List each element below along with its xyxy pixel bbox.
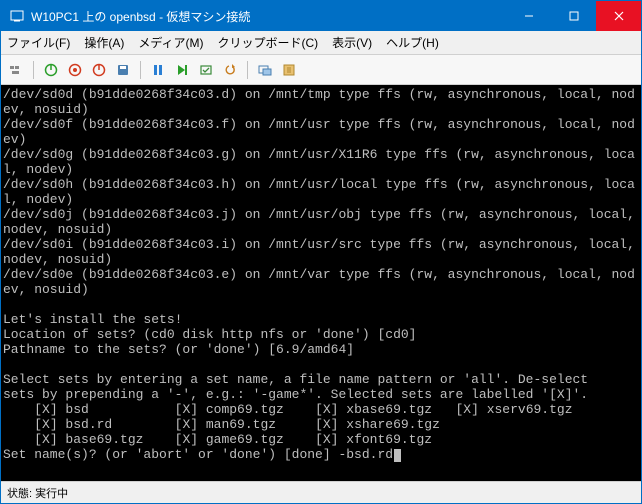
turnoff-button[interactable] [64, 59, 86, 81]
minimize-button[interactable] [506, 1, 551, 31]
menu-clipboard[interactable]: クリップボード(C) [217, 34, 318, 51]
save-button[interactable] [112, 59, 134, 81]
menu-help[interactable]: ヘルプ(H) [386, 34, 439, 51]
checkpoint-button[interactable] [195, 59, 217, 81]
toolbar-separator [140, 61, 141, 79]
terminal-output[interactable]: /dev/sd0d (b91dde0268f34c03.d) on /mnt/t… [1, 85, 641, 481]
terminal-text: /dev/sd0d (b91dde0268f34c03.d) on /mnt/t… [3, 87, 641, 462]
pause-button[interactable] [147, 59, 169, 81]
app-icon [9, 8, 25, 24]
reset-button[interactable] [171, 59, 193, 81]
close-button[interactable] [596, 1, 641, 31]
ctrl-alt-del-button[interactable] [5, 59, 27, 81]
status-value: 実行中 [35, 485, 68, 501]
toolbar-separator [33, 61, 34, 79]
shutdown-button[interactable] [88, 59, 110, 81]
menu-media[interactable]: メディア(M) [138, 34, 203, 51]
window-title: W10PC1 上の openbsd - 仮想マシン接続 [31, 8, 506, 25]
menu-file[interactable]: ファイル(F) [7, 34, 70, 51]
maximize-button[interactable] [551, 1, 596, 31]
cursor [394, 449, 401, 462]
toolbar [1, 55, 641, 85]
status-label: 状態: [7, 485, 32, 501]
menu-view[interactable]: 表示(V) [332, 34, 372, 51]
start-button[interactable] [40, 59, 62, 81]
statusbar: 状態: 実行中 [1, 481, 641, 503]
toolbar-separator [247, 61, 248, 79]
revert-button[interactable] [219, 59, 241, 81]
menu-action[interactable]: 操作(A) [84, 34, 124, 51]
titlebar[interactable]: W10PC1 上の openbsd - 仮想マシン接続 [1, 1, 641, 31]
vm-connection-window: W10PC1 上の openbsd - 仮想マシン接続 ファイル(F) 操作(A… [0, 0, 642, 504]
enhanced-session-button[interactable] [254, 59, 276, 81]
share-button[interactable] [278, 59, 300, 81]
menubar: ファイル(F) 操作(A) メディア(M) クリップボード(C) 表示(V) ヘ… [1, 31, 641, 55]
